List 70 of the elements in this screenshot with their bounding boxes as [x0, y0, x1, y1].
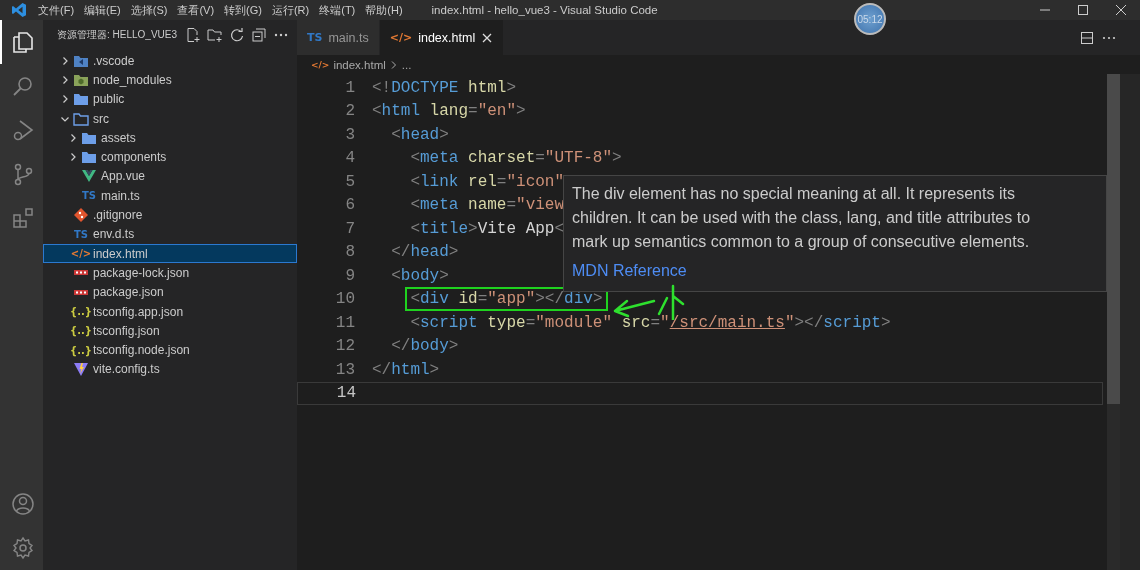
file-type-icon: TS — [74, 228, 88, 240]
code-line: <meta name="view — [409, 196, 565, 215]
line-number: 3 — [344, 125, 356, 144]
recording-timer: 05:12 — [854, 3, 886, 35]
menu-item[interactable]: 终端(T) — [314, 2, 361, 18]
tooltip-text: The div element has no special meaning at all. It represents its children. It can be used with the class, lang, and title attributes to mark up semantics common to a group of consecutive elements. — [572, 184, 1032, 252]
file-type-icon: </> — [70, 248, 92, 260]
line-number: 6 — [344, 196, 356, 215]
line-number: 4 — [344, 149, 356, 168]
code-line: <div id="app"></div> — [410, 290, 603, 309]
file-type-icon: </> — [311, 59, 330, 70]
tree-item[interactable]: components — [43, 147, 297, 167]
tree-item[interactable]: </>index.html — [43, 243, 297, 264]
tree-item[interactable]: package.json — [43, 282, 297, 302]
reference-link[interactable]: MDN Reference — [572, 262, 687, 279]
tree-item[interactable]: node_modules — [43, 70, 297, 90]
breadcrumb-item[interactable]: ... — [401, 58, 412, 71]
code-line: </body> — [390, 337, 459, 356]
code-line: </html> — [372, 360, 440, 379]
line-number: 8 — [344, 243, 356, 262]
code-line: </head> — [390, 243, 459, 262]
code-line: <head> — [390, 125, 449, 144]
line-number: 2 — [344, 102, 356, 121]
line-number: 9 — [344, 266, 356, 285]
window-title: index.html - hello_vue3 - Visual Studio Code — [431, 4, 658, 16]
tree-item[interactable]: .gitignore — [43, 205, 297, 225]
line-number: 1 — [344, 78, 356, 97]
tree-item[interactable]: vite.config.ts — [43, 359, 297, 380]
code-line: <script type="module" src="/src/main.ts"></script> — [409, 313, 891, 332]
code-line: <!DOCTYPE html> — [372, 78, 517, 97]
tree-item[interactable]: {..}tsconfig.json — [43, 321, 297, 341]
menu-item[interactable]: 文件(F) — [33, 2, 80, 18]
line-number: 10 — [334, 290, 356, 309]
line-number: 13 — [334, 360, 356, 379]
code-line: <html lang="en"> — [372, 102, 526, 121]
breadcrumb-item[interactable]: index.html — [333, 58, 386, 71]
tree-item[interactable]: App.vue — [43, 166, 297, 187]
tree-item[interactable]: {..}tsconfig.app.json — [43, 301, 297, 322]
menu-item[interactable]: 运行(R) — [266, 2, 315, 18]
file-type-icon: TS — [307, 31, 323, 44]
tree-item[interactable]: {..}tsconfig.node.json — [43, 340, 297, 360]
tree-item[interactable]: src — [43, 108, 297, 129]
tree-item[interactable]: package-lock.json — [43, 263, 297, 283]
line-number: 7 — [344, 219, 356, 238]
editor-tab[interactable]: </> index.html — [379, 20, 505, 55]
menu-item[interactable]: 转到(G) — [219, 2, 267, 18]
menu-item[interactable]: 帮助(H) — [360, 2, 408, 18]
code-line: <meta charset="UTF-8"> — [409, 149, 622, 168]
line-number: 12 — [334, 337, 356, 356]
menu-item[interactable]: 查看(V) — [172, 2, 220, 18]
file-type-icon: {..} — [70, 306, 92, 317]
explorer-title: 资源管理器: HELLO_VUE3 — [57, 27, 178, 42]
tree-item[interactable]: public — [43, 89, 297, 109]
tree-item[interactable]: TS main.ts — [43, 186, 297, 206]
tree-item[interactable]: TS env.d.ts — [43, 224, 297, 244]
code-line: <link rel="icon" — [409, 172, 565, 191]
tree-item[interactable]: assets — [43, 128, 297, 148]
menu-item[interactable]: 编辑(E) — [79, 2, 126, 18]
editor-tab[interactable]: TS main.ts — [297, 20, 380, 55]
line-number: 5 — [344, 172, 356, 191]
code-line: <body> — [390, 266, 449, 285]
line-number: 14 — [335, 384, 357, 403]
file-type-icon: {..} — [70, 344, 92, 356]
file-type-icon: </> — [389, 31, 413, 44]
tree-item[interactable]: .vscode — [43, 51, 297, 71]
file-type-icon: TS — [82, 190, 96, 202]
code-line: <title>Vite App< — [409, 219, 565, 238]
menu-item[interactable]: 选择(S) — [125, 2, 173, 18]
file-type-icon: {..} — [70, 325, 92, 337]
line-number: 11 — [334, 313, 356, 332]
